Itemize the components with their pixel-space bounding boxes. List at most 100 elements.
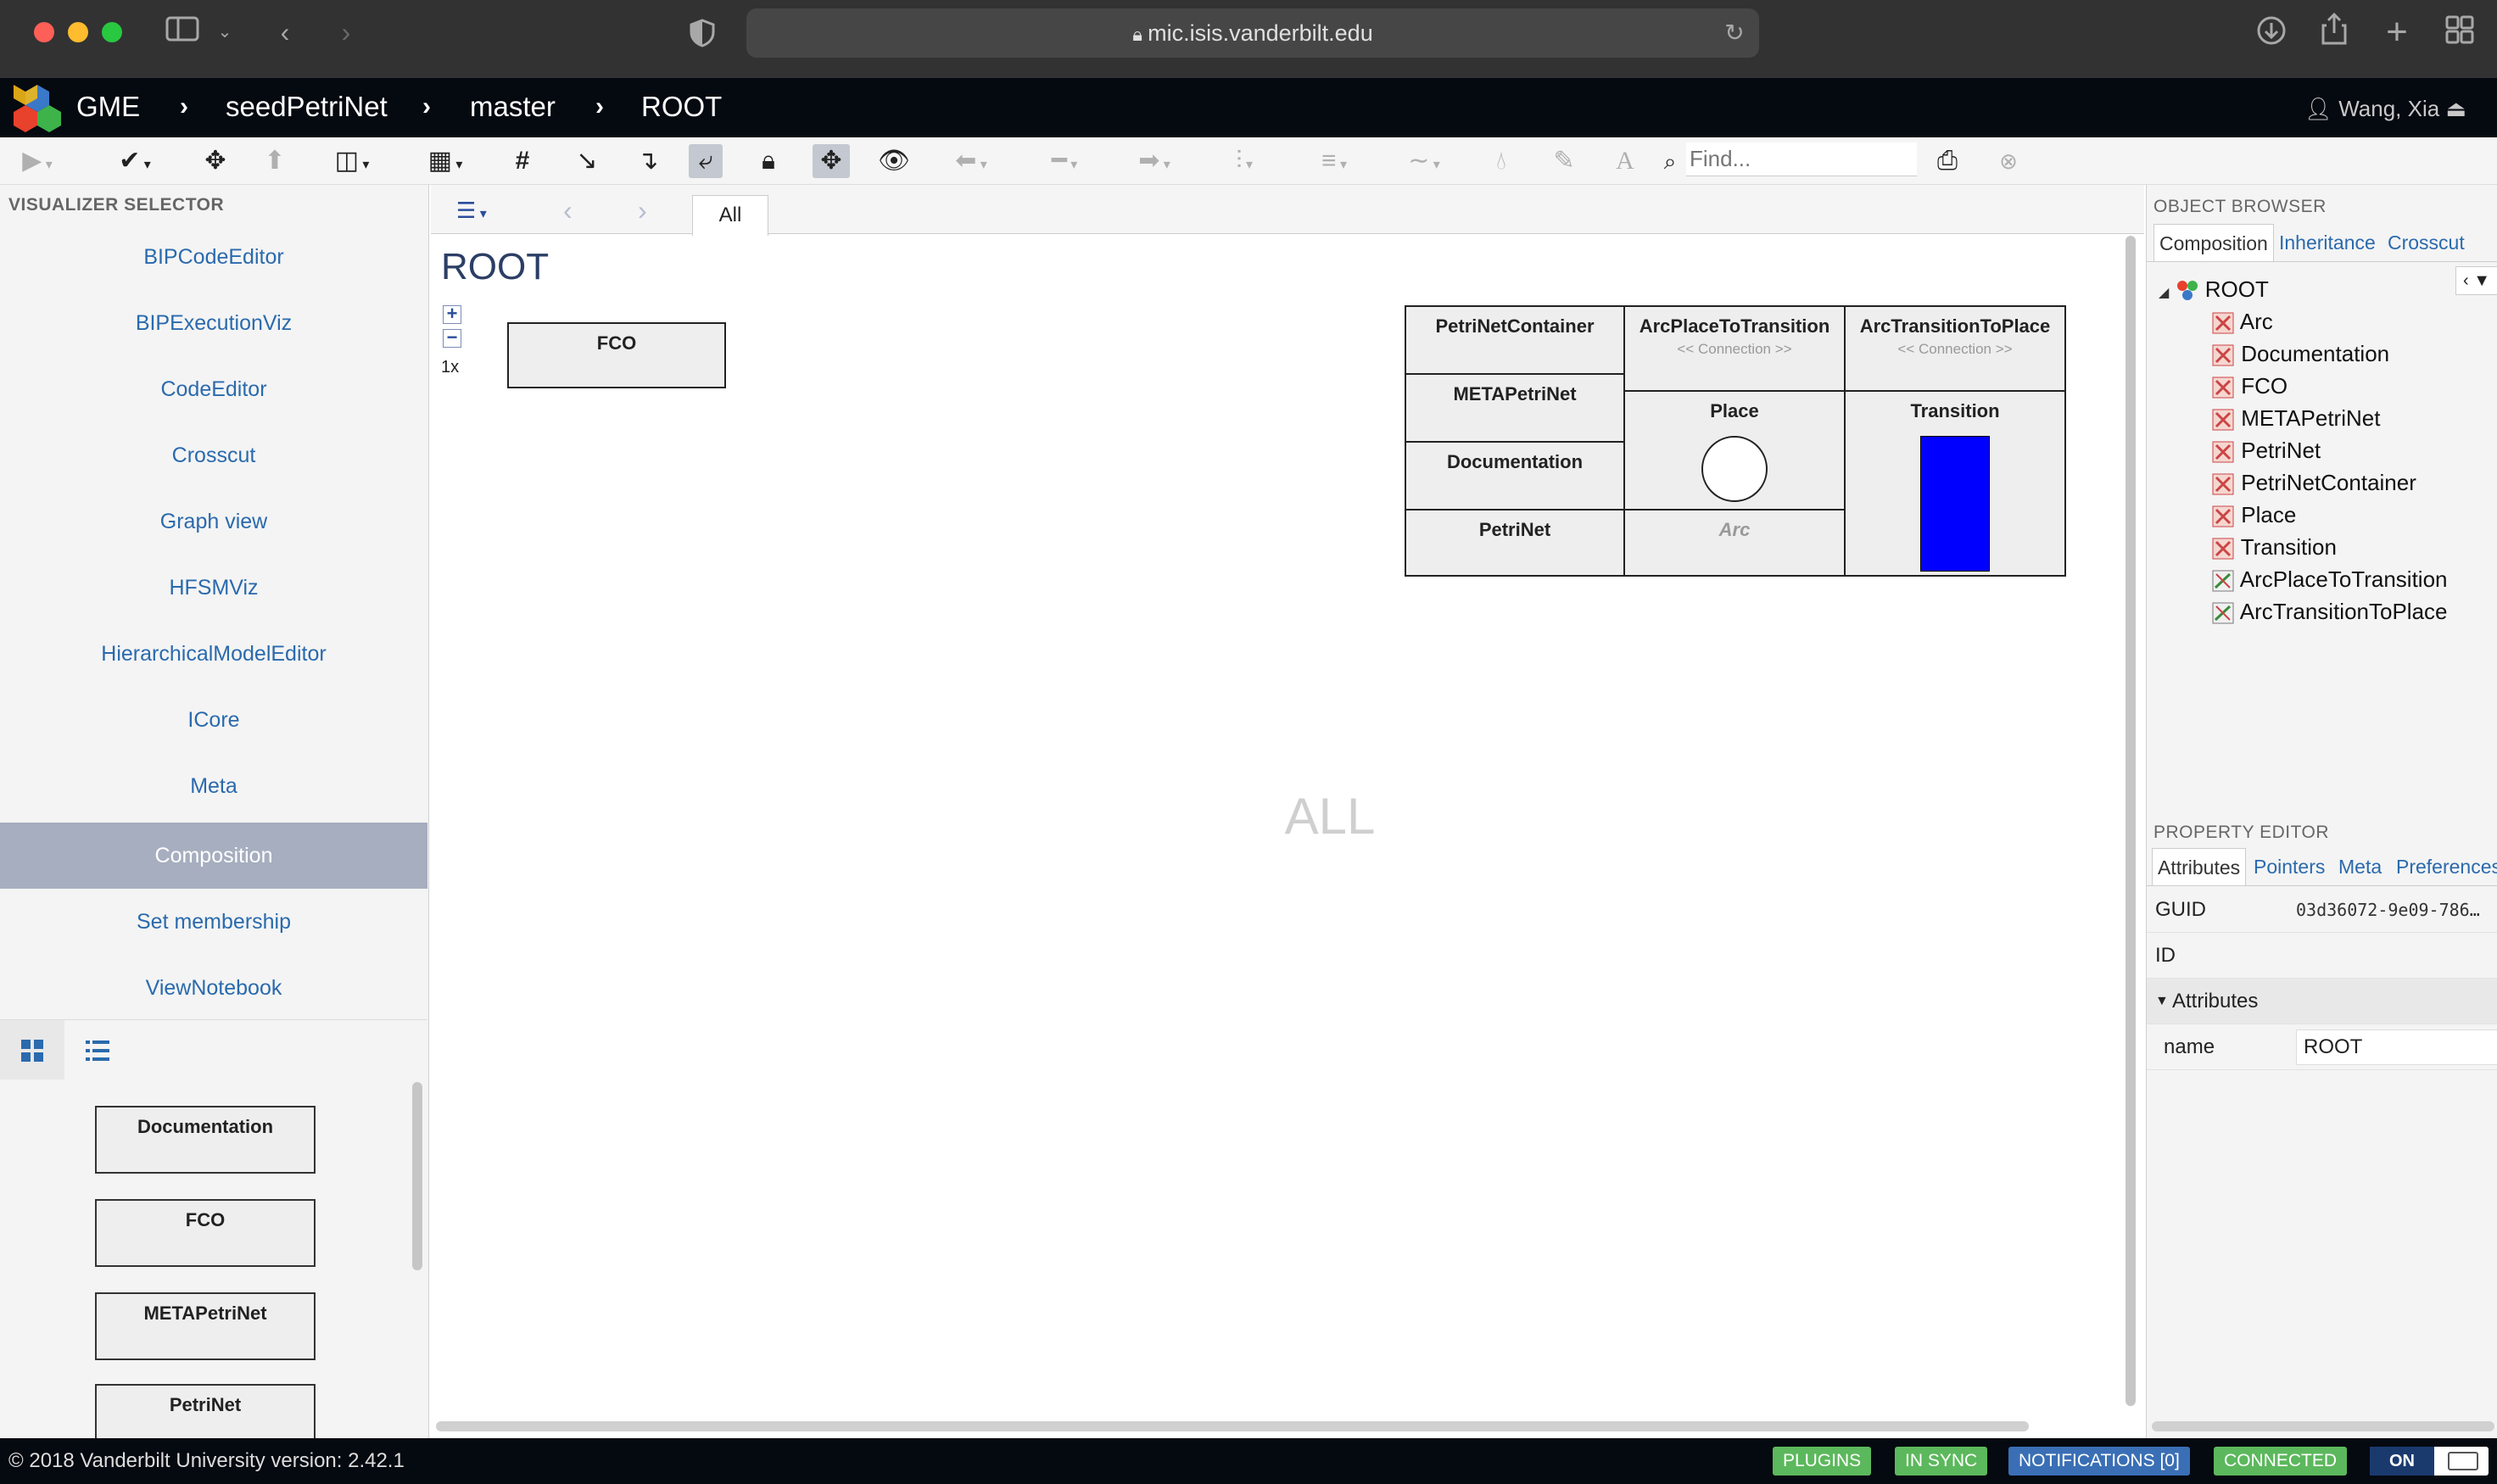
tab-composition[interactable]: Composition (2153, 224, 2274, 261)
node-arctransitiontoplace[interactable]: ArcTransitionToPlace << Connection >> (1844, 305, 2066, 392)
property-scrollbar[interactable] (2152, 1421, 2494, 1431)
connection-arrow-icon[interactable]: ↘ (572, 144, 602, 178)
maximize-window-button[interactable] (102, 22, 122, 42)
tab-all[interactable]: All (692, 195, 768, 236)
chevron-down-icon[interactable]: ⌄ (212, 15, 237, 49)
reload-icon[interactable]: ↻ (1720, 16, 1749, 50)
visualizer-item-bipexecutionviz[interactable]: BIPExecutionViz (0, 290, 427, 356)
tree-item-metapetrinet[interactable]: METAPetriNet (2211, 402, 2380, 434)
tree-root[interactable]: ◢ ROOT (2159, 273, 2269, 305)
upload-icon[interactable]: ⬆︎ (260, 144, 290, 178)
visualizer-item-set-membership[interactable]: Set membership (0, 889, 427, 955)
canvas-vertical-scrollbar[interactable] (2126, 236, 2136, 1406)
list-view-icon[interactable] (85, 1039, 110, 1063)
part-fco[interactable]: FCO (95, 1199, 316, 1267)
forward-icon[interactable]: › (329, 15, 363, 49)
visualizer-item-hfsmviz[interactable]: HFSMViz (0, 555, 427, 621)
notifications-badge[interactable]: NOTIFICATIONS [0] (2008, 1447, 2190, 1476)
part-petrinet[interactable]: PetriNet (95, 1384, 316, 1438)
tab-meta[interactable]: Meta (2338, 848, 2382, 885)
tab-pointers[interactable]: Pointers (2254, 848, 2325, 885)
tree-item-fco[interactable]: FCO (2211, 370, 2288, 402)
user-menu[interactable]: 👤︎ Wang, Xia ⏏︎ (2304, 93, 2466, 124)
tree-item-transition[interactable]: Transition (2211, 531, 2337, 563)
visualizer-item-codeeditor[interactable]: CodeEditor (0, 356, 427, 422)
address-bar[interactable]: 🔒︎ mic.isis.vanderbilt.edu ↻ (746, 8, 1759, 58)
tree-item-petrinetcontainer[interactable]: PetriNetContainer (2211, 466, 2416, 499)
breadcrumb-branch[interactable]: master (470, 90, 556, 124)
sync-status-badge[interactable]: IN SYNC (1895, 1447, 1988, 1476)
name-input[interactable]: ROOT (2296, 1029, 2497, 1065)
tab-attributes[interactable]: Attributes (2152, 848, 2247, 885)
close-window-button[interactable] (34, 22, 54, 42)
node-metapetrinet[interactable]: METAPetriNet (1405, 373, 1625, 443)
node-arcplacetotransition[interactable]: ArcPlaceToTransition << Connection >> (1623, 305, 1846, 392)
part-browser-scrollbar[interactable] (412, 1082, 422, 1270)
crosshair-icon[interactable]: ✥ (200, 144, 231, 178)
arrow-left-icon[interactable]: ⬅︎ ▾ (941, 144, 1001, 178)
play-icon[interactable]: ▶︎ ▾ (14, 144, 61, 178)
find-input[interactable] (1686, 142, 1917, 176)
breadcrumb-project[interactable]: seedPetriNet (226, 90, 388, 124)
tree-item-petrinet[interactable]: PetriNet (2211, 434, 2321, 466)
node-arc[interactable]: Arc (1623, 509, 1846, 577)
filter-icon[interactable]: ‹ ▼ (2455, 266, 2497, 295)
fco-node[interactable]: FCO (507, 322, 726, 388)
line-pattern-icon[interactable]: ∼ ▾ (1394, 144, 1454, 178)
tab-inheritance[interactable]: Inheritance (2279, 224, 2376, 261)
elbow-connector-icon[interactable]: ↴ (633, 144, 663, 178)
part-metapetrinet[interactable]: METAPetriNet (95, 1292, 316, 1360)
node-documentation[interactable]: Documentation (1405, 441, 1625, 510)
visualizer-item-meta[interactable]: Meta (0, 753, 427, 819)
print-icon[interactable]: ⎙ (1932, 144, 1963, 178)
node-transition[interactable]: Transition (1844, 390, 2066, 577)
line-style-icon[interactable]: ━ ▾ (1035, 144, 1094, 178)
zoom-in-button[interactable]: + (443, 304, 461, 324)
tree-item-arc[interactable]: Arc (2211, 305, 2273, 338)
move-icon[interactable]: ✥ (813, 144, 850, 178)
tab-overview-icon[interactable] (2441, 15, 2478, 52)
line-width-icon[interactable]: ≡ ▾ (1304, 144, 1364, 178)
fill-color-icon[interactable]: 💧︎ (1486, 144, 1517, 178)
minimize-window-button[interactable] (68, 22, 88, 42)
node-petrinet[interactable]: PetriNet (1405, 509, 1625, 577)
forward-icon[interactable]: › (638, 193, 663, 227)
breadcrumb-node[interactable]: ROOT (641, 90, 722, 124)
visualizer-item-graph-view[interactable]: Graph view (0, 488, 427, 555)
sidebar-toggle-icon[interactable] (161, 15, 204, 50)
check-circle-icon[interactable]: ✔︎ ▾ (105, 144, 165, 178)
visualizer-item-icore[interactable]: ICore (0, 687, 427, 753)
back-icon[interactable]: ‹ (268, 15, 302, 49)
visualizer-item-hierarchicalmodeleditor[interactable]: HierarchicalModelEditor (0, 621, 427, 687)
tree-item-arctransitiontoplace[interactable]: ArcTransitionToPlace (2211, 595, 2448, 628)
text-color-icon[interactable]: A (1610, 144, 1640, 178)
back-icon[interactable]: ‹ (563, 193, 589, 227)
gme-logo-icon[interactable] (12, 83, 63, 132)
tree-item-documentation[interactable]: Documentation (2211, 338, 2389, 370)
tab-preferences[interactable]: Preferences (2396, 848, 2497, 885)
visualizer-item-crosscut[interactable]: Crosscut (0, 422, 427, 488)
expand-icon[interactable]: ◢ (2159, 286, 2169, 300)
node-place[interactable]: Place (1623, 390, 1846, 510)
sliders-icon[interactable]: ⫶ ▾ (1215, 144, 1274, 178)
visualizer-item-bipcodeeditor[interactable]: BIPCodeEditor (0, 224, 427, 290)
tree-item-place[interactable]: Place (2211, 499, 2296, 531)
canvas-horizontal-scrollbar[interactable] (436, 1421, 2029, 1431)
app-name[interactable]: GME (76, 90, 140, 124)
plugins-badge[interactable]: PLUGINS (1773, 1447, 1872, 1476)
part-documentation[interactable]: Documentation (95, 1106, 316, 1174)
grid-icon[interactable]: ▦ ▾ (416, 144, 475, 178)
visualizer-item-viewnotebook[interactable]: ViewNotebook (0, 955, 427, 1021)
list-menu-icon[interactable]: ☰ ▾ (456, 193, 521, 227)
lock-icon[interactable]: 🔒︎ (753, 144, 784, 178)
shield-icon[interactable] (689, 19, 723, 49)
share-icon[interactable] (2315, 12, 2353, 53)
layout-icon[interactable]: ◫ ▾ (322, 144, 382, 178)
download-icon[interactable] (2253, 15, 2290, 53)
border-color-icon[interactable]: ✎ (1549, 144, 1579, 178)
arrow-right-icon[interactable]: ➡︎ ▾ (1125, 144, 1184, 178)
hash-icon[interactable]: # (507, 144, 538, 178)
eye-icon[interactable]: 👁︎ (877, 144, 911, 178)
node-petrinetcontainer[interactable]: PetriNetContainer (1405, 305, 1625, 375)
auto-route-icon[interactable]: ⤶ (689, 144, 723, 178)
